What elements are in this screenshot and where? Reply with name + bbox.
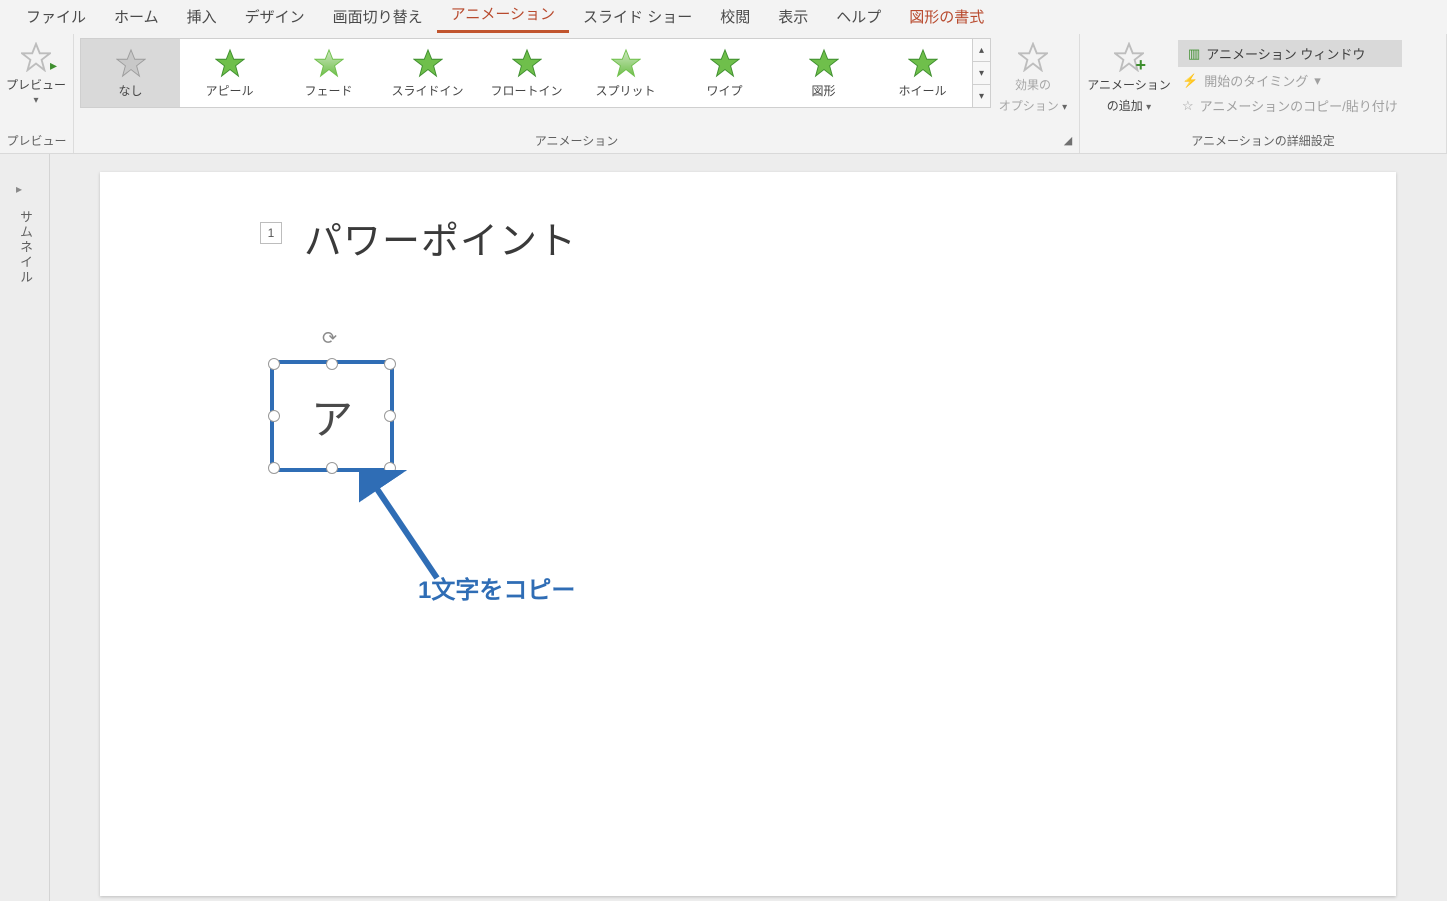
add-animation-button[interactable]: アニメーション の追加 ▾ <box>1086 38 1172 114</box>
slide-canvas[interactable]: 1 パワーポイント ⟳ ア 1文字をコピー <box>100 172 1396 896</box>
annotation-text: 1文字をコピー <box>418 570 575 605</box>
anim-appear[interactable]: アピール <box>180 39 279 107</box>
ribbon: プレビュー ▾ プレビュー なし アピール <box>0 34 1447 154</box>
gallery-expand[interactable]: ▾ <box>973 85 990 107</box>
chevron-down-icon: ▾ <box>1314 73 1321 89</box>
tab-insert[interactable]: 挿入 <box>173 0 231 33</box>
star-wipe-icon <box>710 48 740 78</box>
gallery-next-row[interactable]: ▾ <box>973 62 990 85</box>
content-area: ▸ サムネイル 1 パワーポイント ⟳ ア <box>0 154 1447 901</box>
animation-painter-button: ☆ アニメーションのコピー/貼り付け <box>1178 94 1402 117</box>
anim-shape-label: 図形 <box>811 82 835 99</box>
gallery-prev-row[interactable]: ▴ <box>973 39 990 62</box>
anim-split-label: スプリット <box>595 82 655 99</box>
tab-shape-format[interactable]: 図形の書式 <box>895 0 998 33</box>
group-label-advanced: アニメーションの詳細設定 <box>1080 132 1446 149</box>
star-wheel-icon <box>908 48 938 78</box>
trigger-button: ⚡ 開始のタイミング ▾ <box>1178 69 1402 92</box>
star-floatin-icon <box>512 48 542 78</box>
effect-options-button: 効果の オプション ▾ <box>997 38 1069 114</box>
anim-none[interactable]: なし <box>81 39 180 107</box>
tab-file[interactable]: ファイル <box>12 0 100 33</box>
trigger-label: 開始のタイミング <box>1204 71 1308 90</box>
anim-fade-label: フェード <box>304 82 352 99</box>
anim-wheel-label: ホイール <box>898 82 946 99</box>
effect-options-icon <box>1018 42 1048 72</box>
add-animation-icon <box>1114 42 1144 72</box>
add-animation-l2: の追加 <box>1107 99 1143 113</box>
animation-dialog-launcher[interactable]: ◢ <box>1061 133 1075 147</box>
anim-flyin[interactable]: スライドイン <box>378 39 477 107</box>
preview-button[interactable]: プレビュー ▾ <box>6 38 66 106</box>
anim-floatin-label: フロートイン <box>490 82 562 99</box>
resize-handle-b[interactable] <box>326 462 338 474</box>
anim-wipe-label: ワイプ <box>706 82 742 99</box>
preview-label: プレビュー <box>6 76 66 93</box>
animation-pane-icon: ▥ <box>1188 46 1200 62</box>
tab-animations[interactable]: アニメーション <box>437 0 569 33</box>
resize-handle-t[interactable] <box>326 358 338 370</box>
animation-order-badge[interactable]: 1 <box>260 222 282 244</box>
group-label-preview: プレビュー <box>0 132 73 149</box>
tab-view[interactable]: 表示 <box>764 0 822 33</box>
add-animation-l1: アニメーション <box>1087 76 1171 93</box>
tab-transitions[interactable]: 画面切り替え <box>319 0 437 33</box>
anim-appear-label: アピール <box>205 82 253 99</box>
resize-handle-r[interactable] <box>384 410 396 422</box>
effect-options-l2: オプション <box>999 99 1059 113</box>
star-split-icon <box>611 48 641 78</box>
thumbnail-pane-collapsed[interactable]: ▸ サムネイル <box>0 154 50 901</box>
effect-options-l1: 効果の <box>1015 76 1051 93</box>
anim-floatin[interactable]: フロートイン <box>477 39 576 107</box>
group-label-animation: アニメーション <box>74 132 1079 149</box>
slide-edit-area[interactable]: 1 パワーポイント ⟳ ア 1文字をコピー <box>50 154 1447 901</box>
star-none-icon <box>116 48 146 78</box>
painter-label: アニメーションのコピー/貼り付け <box>1200 96 1398 115</box>
chevron-down-icon: ▾ <box>1062 102 1067 113</box>
anim-shape[interactable]: 図形 <box>774 39 873 107</box>
tab-help[interactable]: ヘルプ <box>822 0 895 33</box>
ribbon-group-advanced: アニメーション の追加 ▾ ▥ アニメーション ウィンドウ ⚡ 開始のタイミング… <box>1080 34 1447 153</box>
chevron-down-icon: ▾ <box>1146 102 1151 113</box>
thumbnail-pane-label: サムネイル <box>16 210 35 285</box>
chevron-down-icon: ▾ <box>33 95 38 106</box>
star-appear-icon <box>215 48 245 78</box>
selected-textbox[interactable]: ⟳ ア <box>270 360 394 472</box>
gallery-spinner: ▴ ▾ ▾ <box>973 38 991 108</box>
anim-fade[interactable]: フェード <box>279 39 378 107</box>
star-flyin-icon <box>413 48 443 78</box>
anim-flyin-label: スライドイン <box>391 82 463 99</box>
tab-design[interactable]: デザイン <box>231 0 319 33</box>
expand-thumbnails-icon[interactable]: ▸ <box>16 182 22 196</box>
tab-home[interactable]: ホーム <box>100 0 173 33</box>
star-shape-icon <box>809 48 839 78</box>
resize-handle-l[interactable] <box>268 410 280 422</box>
resize-handle-bl[interactable] <box>268 462 280 474</box>
anim-split[interactable]: スプリット <box>576 39 675 107</box>
slide-title[interactable]: パワーポイント <box>304 210 577 265</box>
anim-wheel[interactable]: ホイール <box>873 39 972 107</box>
rotate-handle-icon[interactable]: ⟳ <box>322 328 337 349</box>
anim-none-label: なし <box>118 82 142 99</box>
resize-handle-tr[interactable] <box>384 358 396 370</box>
tab-slideshow[interactable]: スライド ショー <box>569 0 706 33</box>
tab-review[interactable]: 校閲 <box>706 0 764 33</box>
ribbon-group-animation: なし アピール フェード スライドイン <box>74 34 1080 153</box>
animation-pane-button[interactable]: ▥ アニメーション ウィンドウ <box>1178 40 1402 67</box>
painter-icon: ☆ <box>1182 98 1194 114</box>
trigger-icon: ⚡ <box>1182 73 1198 89</box>
preview-star-icon <box>21 42 51 72</box>
animation-pane-label: アニメーション ウィンドウ <box>1206 44 1365 63</box>
ribbon-group-preview: プレビュー ▾ プレビュー <box>0 34 74 153</box>
textbox-text[interactable]: ア <box>311 386 353 447</box>
star-fade-icon <box>314 48 344 78</box>
ribbon-tabs: ファイル ホーム 挿入 デザイン 画面切り替え アニメーション スライド ショー… <box>0 0 1447 34</box>
anim-wipe[interactable]: ワイプ <box>675 39 774 107</box>
resize-handle-tl[interactable] <box>268 358 280 370</box>
animation-gallery: なし アピール フェード スライドイン <box>80 38 991 108</box>
